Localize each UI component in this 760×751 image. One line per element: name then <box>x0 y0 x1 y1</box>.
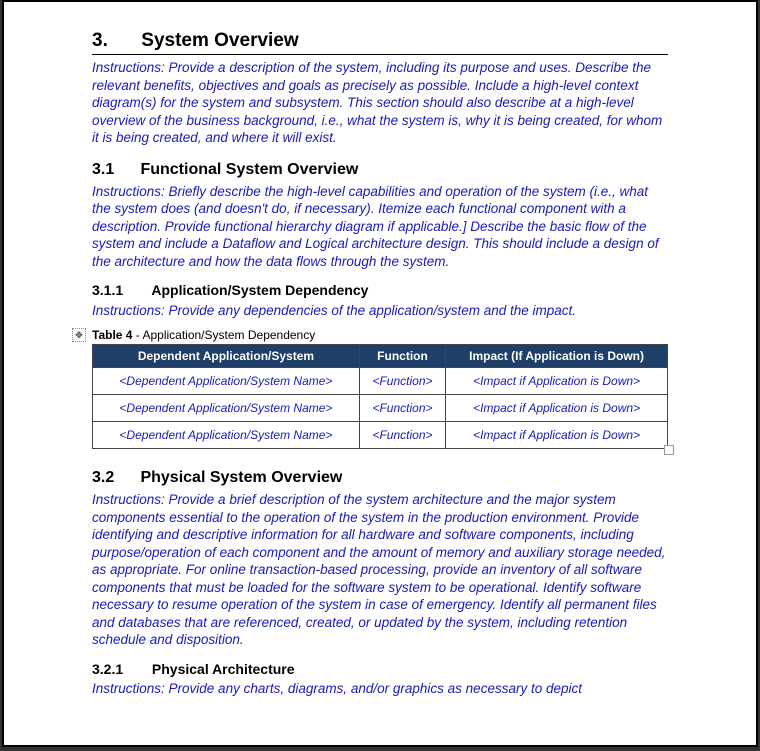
table-4-header-2: Impact (If Application is Down) <box>446 345 668 368</box>
table-4-caption: ✥ Table 4 - Application/System Dependenc… <box>92 328 668 342</box>
table-anchor-icon[interactable]: ✥ <box>72 328 86 342</box>
table-cell: <Function> <box>359 395 445 422</box>
heading-3-1-1: 3.1.1 Application/System Dependency <box>92 282 668 298</box>
table-4-caption-bold: Table 4 <box>92 328 132 342</box>
heading-3-1: 3.1 Functional System Overview <box>92 161 668 179</box>
heading-3-2-1-number: 3.2.1 <box>92 661 148 677</box>
table-cell: <Function> <box>359 368 445 395</box>
table-4-header-0: Dependent Application/System <box>93 345 360 368</box>
heading-3-2-1-title: Physical Architecture <box>152 661 295 677</box>
table-cell: <Impact if Application is Down> <box>446 395 668 422</box>
heading-3-2-title: Physical System Overview <box>140 469 342 486</box>
heading-3-1-number: 3.1 <box>92 161 136 179</box>
heading-3-2-number: 3.2 <box>92 469 136 487</box>
instructions-3: Instructions: Provide a description of t… <box>92 59 668 147</box>
table-resize-handle[interactable] <box>664 445 674 455</box>
instructions-3-2: Instructions: Provide a brief descriptio… <box>92 491 668 649</box>
heading-3-1-1-title: Application/System Dependency <box>151 282 368 298</box>
table-cell: <Function> <box>359 422 445 449</box>
table-row: <Dependent Application/System Name> <Fun… <box>93 422 668 449</box>
table-cell: <Dependent Application/System Name> <box>93 395 360 422</box>
heading-3-2-1: 3.2.1 Physical Architecture <box>92 661 668 677</box>
heading-3: 3. System Overview <box>92 30 668 55</box>
heading-3-2: 3.2 Physical System Overview <box>92 469 668 487</box>
heading-3-number: 3. <box>92 30 136 52</box>
document-page: 3. System Overview Instructions: Provide… <box>2 0 758 747</box>
table-4-header-1: Function <box>359 345 445 368</box>
table-4-wrapper: Dependent Application/System Function Im… <box>92 344 668 449</box>
instructions-3-1-1: Instructions: Provide any dependencies o… <box>92 302 668 320</box>
table-4-caption-rest: - Application/System Dependency <box>132 328 315 342</box>
table-cell: <Impact if Application is Down> <box>446 368 668 395</box>
instructions-3-2-1-cut: Instructions: Provide any charts, diagra… <box>92 681 668 696</box>
table-row: <Dependent Application/System Name> <Fun… <box>93 368 668 395</box>
heading-3-1-title: Functional System Overview <box>140 161 358 178</box>
table-cell: <Dependent Application/System Name> <box>93 368 360 395</box>
table-cell: <Impact if Application is Down> <box>446 422 668 449</box>
table-cell: <Dependent Application/System Name> <box>93 422 360 449</box>
table-row: <Dependent Application/System Name> <Fun… <box>93 395 668 422</box>
instructions-3-1: Instructions: Briefly describe the high-… <box>92 183 668 271</box>
heading-3-title: System Overview <box>141 30 298 51</box>
table-4: Dependent Application/System Function Im… <box>92 344 668 449</box>
heading-3-1-1-number: 3.1.1 <box>92 282 148 298</box>
